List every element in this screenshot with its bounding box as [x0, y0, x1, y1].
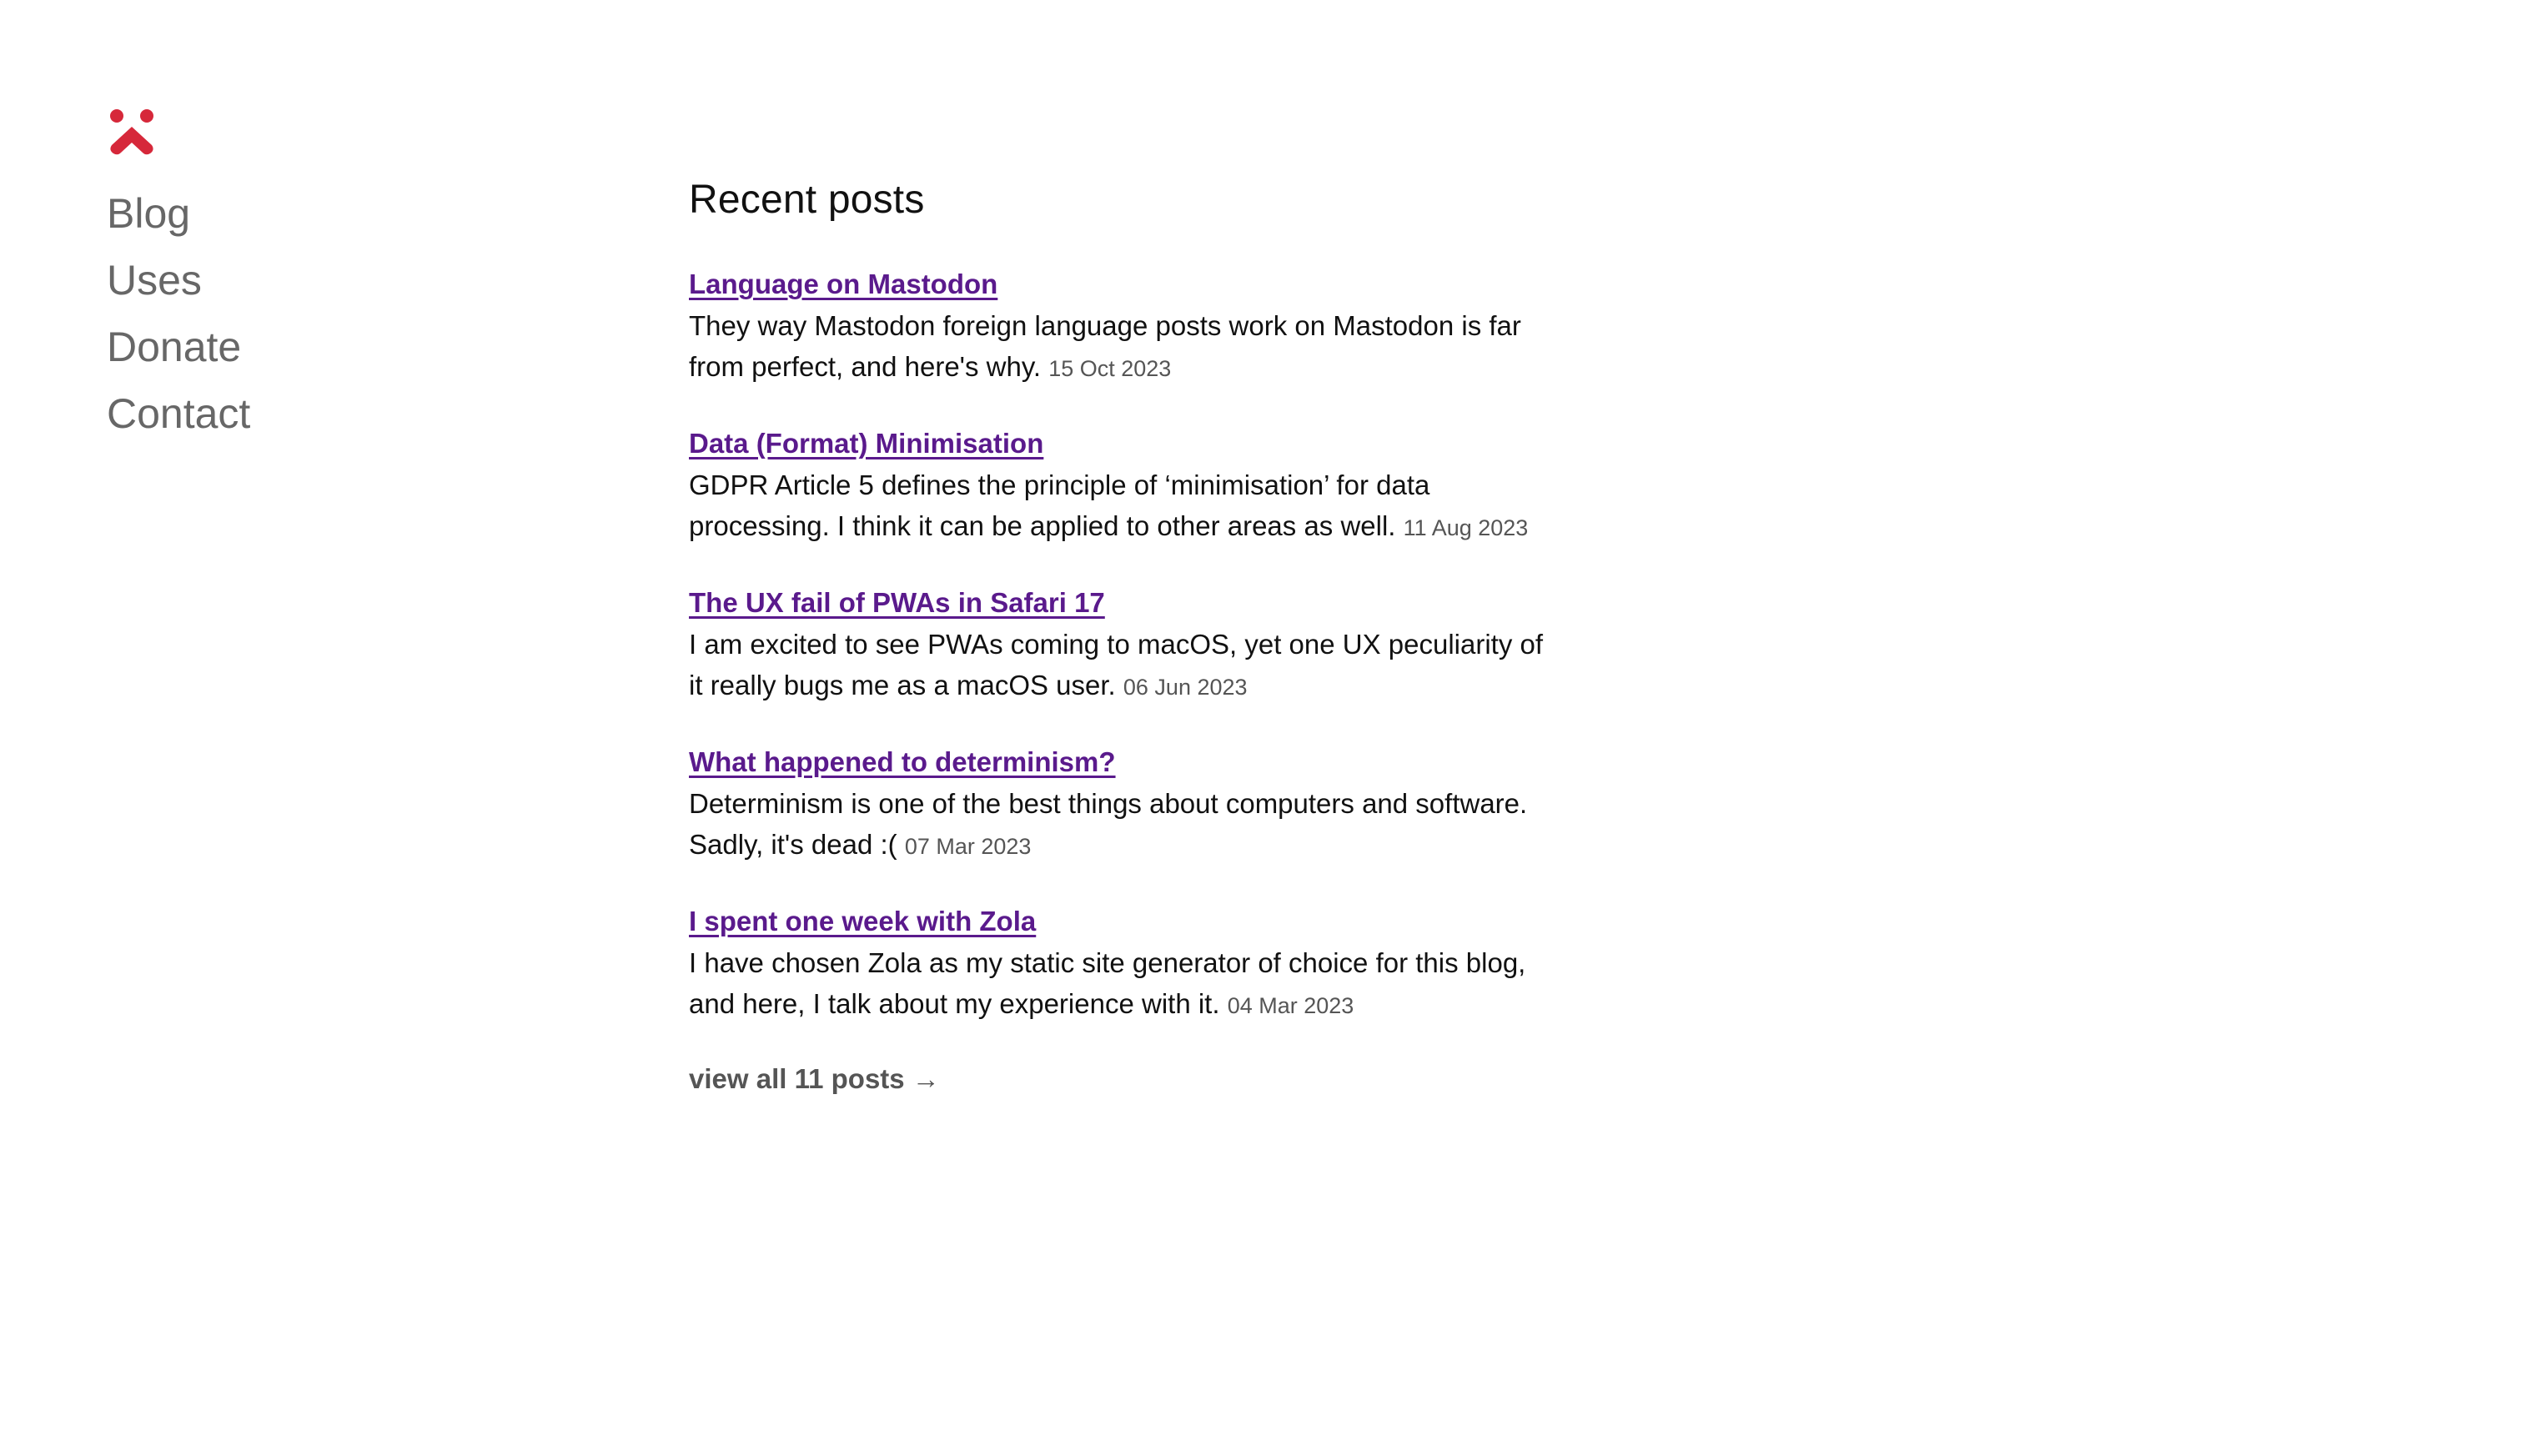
- post-item: I spent one week with Zola I have chosen…: [689, 902, 1556, 1027]
- nav-link-donate[interactable]: Donate: [107, 324, 241, 370]
- nav-item-blog: Blog: [107, 180, 574, 247]
- post-date: 15 Oct 2023: [1048, 356, 1172, 381]
- post-description: GDPR Article 5 defines the principle of …: [689, 464, 1556, 549]
- sidebar: Blog Uses Donate Contact: [107, 107, 574, 447]
- red-person-glyph-icon: [110, 109, 153, 155]
- post-item: The UX fail of PWAs in Safari 17 I am ex…: [689, 584, 1556, 708]
- post-description-text: Determinism is one of the best things ab…: [689, 788, 1528, 860]
- post-list: Language on Mastodon They way Mastodon f…: [689, 265, 1556, 1027]
- post-title-link[interactable]: What happened to determinism?: [689, 743, 1116, 781]
- post-title-link[interactable]: The UX fail of PWAs in Safari 17: [689, 584, 1105, 622]
- post-item: Data (Format) Minimisation GDPR Article …: [689, 424, 1556, 549]
- post-description: I am excited to see PWAs coming to macOS…: [689, 624, 1556, 708]
- logo-link[interactable]: [107, 107, 157, 157]
- post-description-text: I am excited to see PWAs coming to macOS…: [689, 629, 1544, 700]
- arrow-right-icon: →: [912, 1063, 940, 1094]
- post-item: Language on Mastodon They way Mastodon f…: [689, 265, 1556, 389]
- post-title-link[interactable]: Language on Mastodon: [689, 265, 997, 304]
- post-description-text: I have chosen Zola as my static site gen…: [689, 947, 1526, 1019]
- nav-item-contact: Contact: [107, 380, 574, 447]
- post-item: What happened to determinism? Determinis…: [689, 743, 1556, 867]
- post-description: They way Mastodon foreign language posts…: [689, 305, 1556, 389]
- view-all-label: view all 11 posts: [689, 1063, 905, 1094]
- nav-link-contact[interactable]: Contact: [107, 390, 250, 437]
- post-title-link[interactable]: Data (Format) Minimisation: [689, 424, 1043, 463]
- main-nav: Blog Uses Donate Contact: [107, 180, 574, 447]
- post-description: Determinism is one of the best things ab…: [689, 783, 1556, 867]
- post-description-text: GDPR Article 5 defines the principle of …: [689, 469, 1430, 541]
- post-date: 06 Jun 2023: [1123, 675, 1248, 700]
- nav-item-uses: Uses: [107, 247, 574, 314]
- nav-link-uses[interactable]: Uses: [107, 257, 202, 304]
- post-date: 04 Mar 2023: [1227, 993, 1354, 1018]
- main-content: Recent posts Language on Mastodon They w…: [689, 167, 1556, 1095]
- post-description: I have chosen Zola as my static site gen…: [689, 942, 1556, 1027]
- section-heading: Recent posts: [689, 178, 925, 222]
- post-title-link[interactable]: I spent one week with Zola: [689, 902, 1036, 941]
- page: Blog Uses Donate Contact Recent posts La…: [0, 0, 2522, 1456]
- view-all-posts-link[interactable]: view all 11 posts →: [689, 1063, 940, 1095]
- nav-item-donate: Donate: [107, 314, 574, 380]
- post-date: 07 Mar 2023: [904, 834, 1032, 859]
- nav-link-blog[interactable]: Blog: [107, 190, 190, 237]
- post-date: 11 Aug 2023: [1403, 515, 1529, 540]
